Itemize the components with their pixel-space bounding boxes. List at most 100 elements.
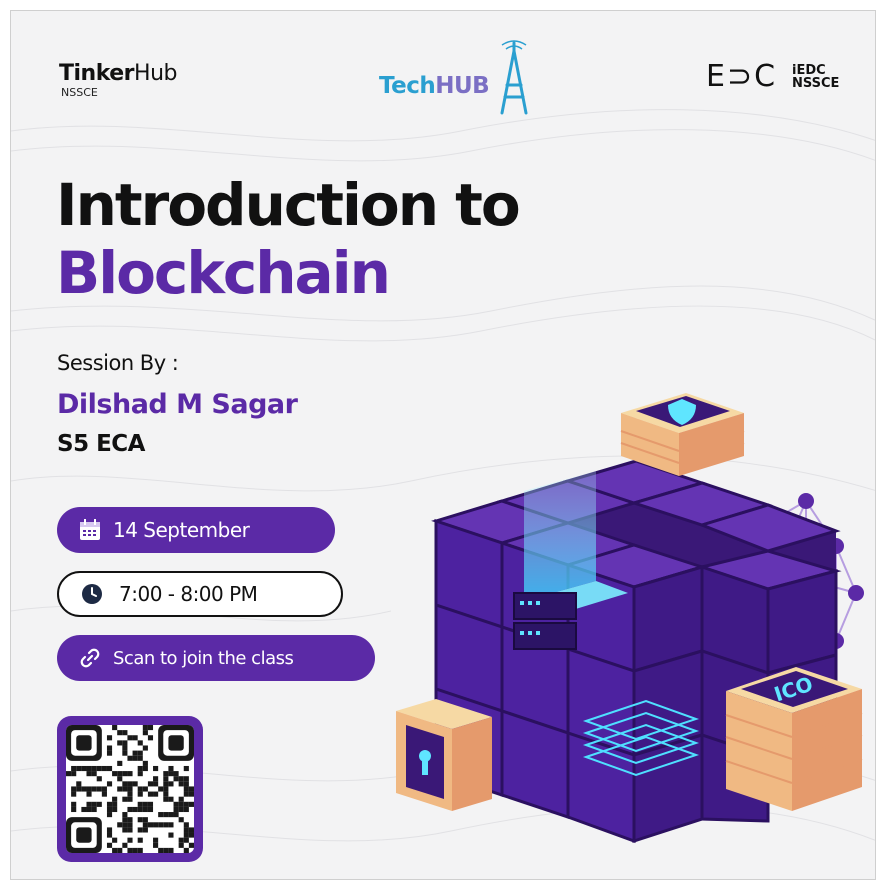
- qr-module: [71, 806, 77, 813]
- qr-module: [183, 781, 189, 787]
- tinkerhub-main-text: Tinker: [59, 61, 135, 86]
- qr-module: [168, 771, 174, 777]
- qr-module: [122, 827, 128, 833]
- qr-module: [183, 765, 189, 772]
- qr-module: [106, 827, 113, 833]
- qr-module: [178, 781, 184, 787]
- qr-module: [96, 765, 102, 772]
- qr-module: [91, 806, 97, 813]
- scan-to-join-link[interactable]: Scan to join the class: [57, 635, 375, 681]
- qr-module: [101, 786, 107, 792]
- qr-module: [127, 822, 133, 828]
- title-line1: Introduction to: [56, 171, 521, 239]
- qr-module: [163, 796, 169, 802]
- tower-icon: [500, 40, 528, 115]
- qr-module: [147, 806, 154, 813]
- qr-module: [127, 786, 133, 792]
- qr-module: [173, 812, 179, 818]
- qr-module: [183, 847, 189, 853]
- qr-module: [112, 801, 118, 807]
- session-label: Session By :: [57, 351, 179, 375]
- qr-module: [137, 827, 143, 833]
- qr-module: [112, 771, 118, 777]
- qr-module: [147, 725, 154, 731]
- qr-module: [178, 842, 184, 848]
- qr-module: [142, 760, 148, 766]
- qr-module: [91, 771, 97, 777]
- tinkerhub-sub-text: NSSCE: [61, 86, 98, 99]
- time-pill: 7:00 - 8:00 PM: [57, 571, 343, 617]
- qr-module: [137, 750, 143, 756]
- qr-module: [122, 812, 128, 818]
- qr-module: [122, 750, 128, 756]
- qr-module: [188, 832, 194, 838]
- qr-module: [106, 750, 113, 756]
- qr-module: [122, 745, 128, 751]
- qr-module: [106, 745, 113, 751]
- qr-module: [132, 806, 138, 813]
- qr-module: [81, 765, 87, 772]
- qr-module: [168, 832, 174, 838]
- ico-block: ICO: [725, 667, 863, 811]
- qr-module: [76, 786, 82, 792]
- qr-module: [147, 781, 154, 787]
- qr-module: [127, 755, 133, 761]
- qr-module: [122, 796, 128, 802]
- qr-module: [101, 765, 107, 772]
- qr-module: [122, 786, 128, 792]
- qr-module: [168, 796, 174, 802]
- qr-module: [153, 765, 159, 772]
- qr-module: [183, 786, 189, 792]
- qr-module: [183, 791, 189, 797]
- qr-code-frame[interactable]: [57, 716, 203, 862]
- qr-module: [137, 801, 143, 807]
- date-pill: 14 September: [57, 507, 335, 553]
- qr-module: [96, 801, 102, 807]
- qr-module: [127, 791, 133, 797]
- qr-module: [173, 771, 179, 777]
- qr-module: [106, 781, 113, 787]
- qr-module: [168, 781, 174, 787]
- qr-module: [142, 765, 148, 772]
- qr-module: [91, 801, 97, 807]
- qr-module: [117, 760, 123, 766]
- keyhole-block: [396, 699, 492, 811]
- qr-module: [137, 791, 143, 797]
- qr-module: [117, 786, 123, 792]
- qr-module: [112, 847, 118, 853]
- event-date: 14 September: [113, 518, 250, 542]
- qr-module: [153, 791, 159, 797]
- qr-module: [163, 791, 169, 797]
- qr-module: [137, 755, 143, 761]
- qr-module: [122, 822, 128, 828]
- qr-module: [86, 791, 92, 797]
- qr-module: [137, 765, 143, 772]
- qr-module: [127, 806, 133, 813]
- qr-module: [106, 812, 113, 818]
- qr-module: [122, 740, 128, 746]
- tinkerhub-hub-text: Hub: [134, 61, 177, 86]
- qr-module: [137, 806, 143, 813]
- qr-module: [142, 806, 148, 813]
- qr-finder: [66, 817, 102, 853]
- qr-module: [153, 776, 159, 782]
- qr-module: [178, 796, 184, 802]
- qr-module: [96, 786, 102, 792]
- qr-module: [112, 806, 118, 813]
- qr-module: [86, 806, 92, 813]
- qr-module: [137, 771, 143, 777]
- tinkerhub-wordmark: TinkerHub: [59, 61, 177, 86]
- qr-module: [163, 786, 169, 792]
- qr-module: [117, 776, 123, 782]
- qr-module: [106, 806, 113, 813]
- qr-module: [168, 822, 174, 828]
- qr-module: [188, 786, 194, 792]
- qr-code[interactable]: [66, 725, 194, 853]
- qr-module: [106, 801, 113, 807]
- scan-text: Scan to join the class: [113, 647, 294, 669]
- qr-module: [122, 730, 128, 736]
- qr-module: [132, 781, 138, 787]
- qr-module: [71, 786, 77, 792]
- qr-module: [117, 730, 123, 736]
- qr-module: [127, 827, 133, 833]
